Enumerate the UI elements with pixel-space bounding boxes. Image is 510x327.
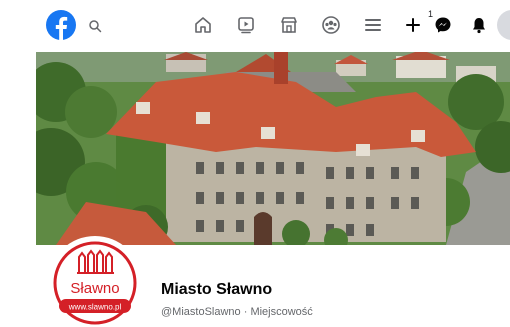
plus-icon[interactable] bbox=[402, 14, 424, 36]
watch-icon[interactable] bbox=[235, 14, 257, 36]
home-icon[interactable] bbox=[192, 14, 214, 36]
page-category[interactable]: Miejscowość bbox=[250, 306, 312, 318]
facebook-logo-icon[interactable] bbox=[46, 10, 76, 40]
messenger-icon[interactable] bbox=[432, 14, 454, 36]
page-handle: @MiastoSlawno bbox=[161, 306, 241, 318]
subtitle-separator: · bbox=[240, 306, 251, 318]
page-title: Miasto Sławno bbox=[161, 281, 273, 298]
profile-picture[interactable]: Sławno www.slawno.pl bbox=[48, 236, 142, 327]
marketplace-icon[interactable] bbox=[278, 14, 300, 36]
notification-count-badge: 1 bbox=[428, 9, 434, 19]
bell-icon[interactable] bbox=[468, 14, 490, 36]
menu-icon[interactable] bbox=[362, 14, 384, 36]
logo-url: www.slawno.pl bbox=[68, 303, 122, 312]
groups-icon[interactable] bbox=[320, 14, 342, 36]
slawno-logo-icon: Sławno www.slawno.pl bbox=[52, 240, 138, 326]
logo-name: Sławno bbox=[70, 280, 119, 297]
search-icon[interactable] bbox=[88, 19, 102, 33]
avatar[interactable] bbox=[497, 10, 510, 40]
top-navigation-bar: 1 bbox=[0, 0, 510, 52]
cover-photo[interactable] bbox=[36, 52, 510, 245]
page-subtitle: @MiastoSlawno · Miejscowość bbox=[161, 306, 313, 318]
